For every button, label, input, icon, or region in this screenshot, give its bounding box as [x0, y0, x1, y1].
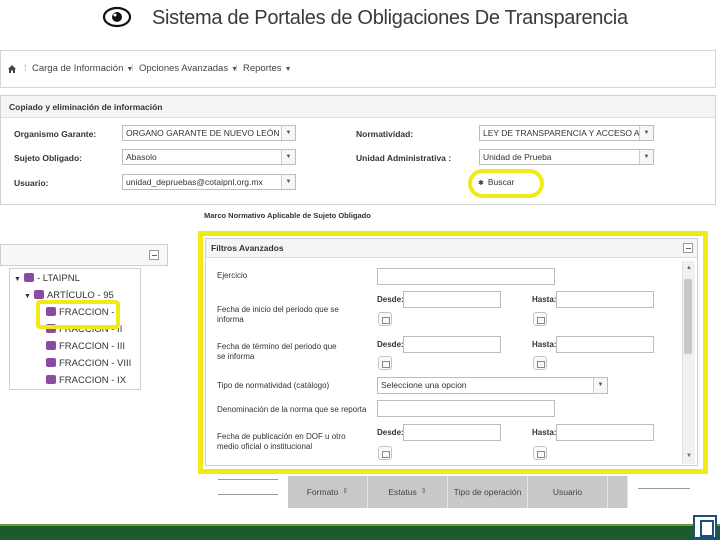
column-header-formato[interactable]: Formato ⇕	[288, 476, 368, 508]
sort-icon: ⇕	[420, 488, 427, 495]
tree-leaf-label: FRACCION - III	[59, 341, 125, 352]
tree-panel-header	[0, 244, 168, 266]
results-table: Formato ⇕ Estatus ⇕ Tipo de operación Usua…	[208, 476, 692, 510]
tree-root-label: - LTAIPNL	[36, 273, 80, 284]
normatividad-value: LEY DE TRANSPARENCIA Y ACCESO A LA I	[483, 128, 654, 138]
column-header-estatus[interactable]: Estatus ⇕	[368, 476, 448, 508]
normatividad-label: Normatividad:	[356, 129, 414, 139]
app-header: Sistema de Portales de Obligaciones De T…	[0, 0, 720, 44]
column-header-label: Estatus	[388, 487, 417, 497]
footer-bar	[0, 524, 720, 540]
column-header-label: Usuario	[552, 487, 583, 497]
usuario-select[interactable]: unidad_depruebas@cotaipnl.org.mx ▼	[122, 174, 296, 190]
unidad-label: Unidad Administrativa :	[356, 153, 452, 163]
chevron-down-icon: ▼	[639, 126, 653, 140]
marco-normativo-label: Marco Normativo Aplicable de Sujeto Obli…	[204, 211, 371, 220]
tree-leaf-label: FRACCION - IX	[59, 375, 127, 386]
collapse-icon[interactable]	[149, 250, 159, 260]
tree-leaf[interactable]: FRACCION - IX	[46, 375, 126, 386]
caret-down-icon: ▼	[24, 293, 31, 300]
tree-leaf-label: FRACCION - VIII	[59, 358, 132, 369]
copy-panel-title: Copiado y eliminación de información	[1, 96, 715, 118]
divider	[638, 488, 690, 489]
nav-separator: ⁞	[131, 63, 134, 73]
column-header-label: Tipo de operación	[453, 487, 522, 497]
fraccion-highlight	[36, 300, 120, 329]
nav-item-reportes[interactable]: Reportes ▼	[243, 63, 292, 74]
normatividad-select[interactable]: LEY DE TRANSPARENCIA Y ACCESO A LA I ▼	[479, 125, 654, 141]
caret-down-icon: ▼	[14, 276, 21, 283]
tree-leaf[interactable]: FRACCION - VIII	[46, 358, 131, 369]
nav-separator: ⁞	[24, 63, 27, 73]
caret-down-icon: ▼	[284, 66, 292, 73]
nav-separator: ⁞	[235, 63, 238, 73]
folder-icon	[33, 290, 44, 299]
column-header-usuario[interactable]: Usuario	[528, 476, 608, 508]
unidad-value: Unidad de Prueba	[483, 152, 552, 162]
column-header-label: Formato	[306, 487, 339, 497]
folder-icon	[23, 273, 34, 282]
chevron-down-icon: ▼	[281, 150, 295, 164]
document-icon	[46, 341, 56, 350]
organismo-value: ORGANO GARANTE DE NUEVO LEÓN	[126, 128, 280, 138]
sujeto-label: Sujeto Obligado:	[14, 153, 82, 163]
usuario-label: Usuario:	[14, 178, 49, 188]
tree-leaf[interactable]: FRACCION - III	[46, 341, 125, 352]
filtros-highlight	[198, 231, 708, 474]
nav-item-opciones[interactable]: Opciones Avanzadas ▼	[139, 63, 238, 74]
organismo-label: Organismo Garante:	[14, 129, 97, 139]
chevron-down-icon: ▼	[281, 126, 295, 140]
unidad-select[interactable]: Unidad de Prueba ▼	[479, 149, 654, 165]
divider	[218, 494, 278, 495]
column-header-tipo[interactable]: Tipo de operación	[448, 476, 528, 508]
top-nav: ⁞ Carga de Información ▼ ⁞ Opciones Avanz…	[0, 50, 716, 88]
document-icon	[46, 358, 56, 367]
document-icon[interactable]	[693, 515, 717, 539]
usuario-value: unidad_depruebas@cotaipnl.org.mx	[126, 177, 263, 187]
chevron-down-icon: ▼	[281, 175, 295, 189]
eye-icon	[102, 6, 132, 28]
sujeto-value: Abasolo	[126, 152, 157, 162]
sort-icon: ⇕	[342, 488, 349, 495]
home-icon[interactable]	[7, 64, 17, 74]
organismo-select[interactable]: ORGANO GARANTE DE NUEVO LEÓN ▼	[122, 125, 296, 141]
page-title: Sistema de Portales de Obligaciones De T…	[152, 7, 628, 29]
column-header-extra[interactable]	[608, 476, 628, 508]
nav-item-carga[interactable]: Carga de Información ▼	[32, 63, 133, 74]
sujeto-select[interactable]: Abasolo ▼	[122, 149, 296, 165]
search-highlight	[468, 169, 544, 198]
document-icon	[46, 375, 56, 384]
chevron-down-icon: ▼	[639, 150, 653, 164]
tree-root[interactable]: ▼ - LTAIPNL	[14, 273, 80, 284]
divider	[218, 479, 278, 480]
